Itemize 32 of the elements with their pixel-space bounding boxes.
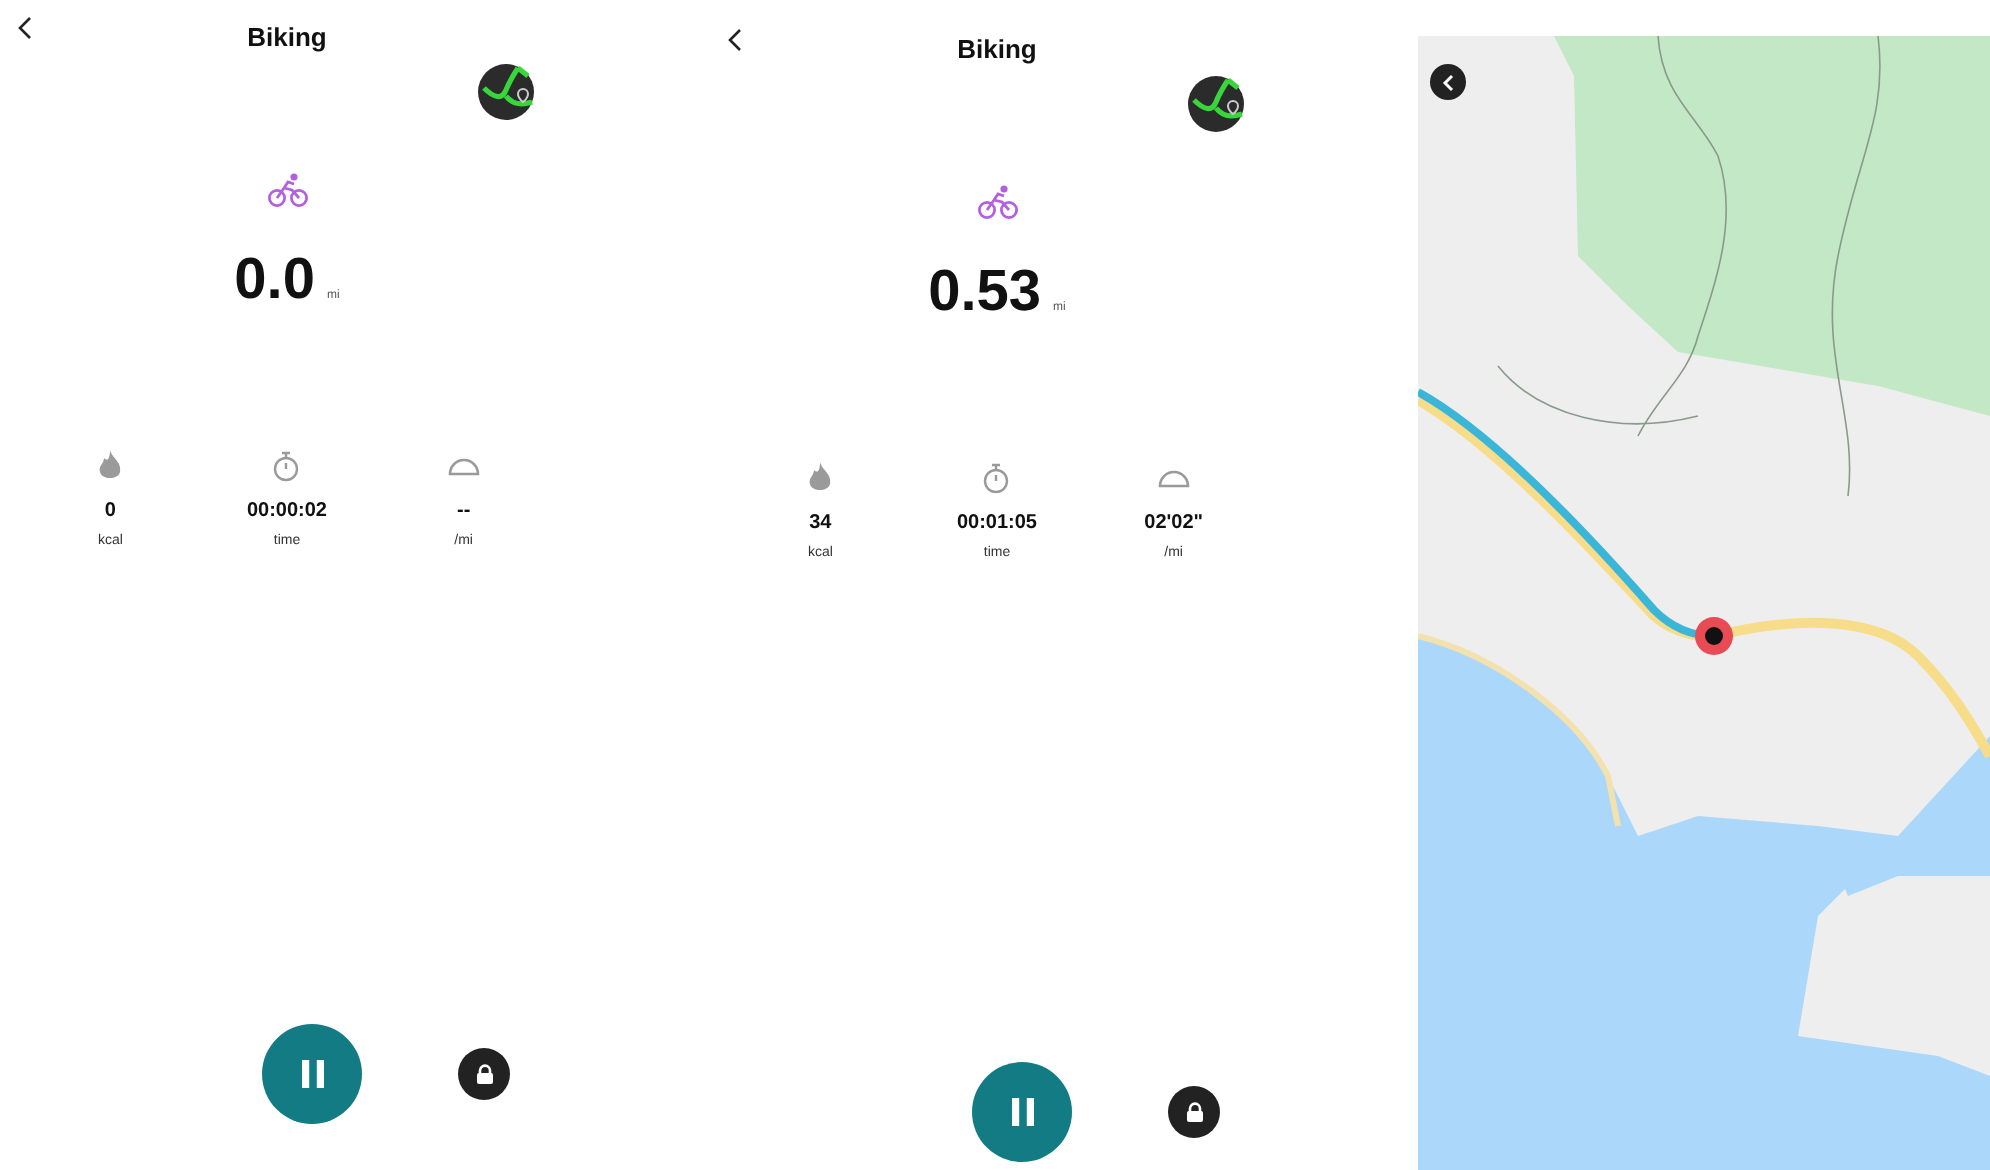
- bicycle-icon: [977, 184, 1017, 220]
- lock-icon: [475, 1064, 493, 1084]
- stat-value: 00:00:02: [246, 500, 327, 522]
- route-map-button[interactable]: [478, 64, 534, 120]
- lock-icon: [1185, 1102, 1203, 1122]
- pause-icon: [301, 1060, 323, 1088]
- flame-icon: [98, 450, 123, 482]
- bicycle-icon: [267, 172, 307, 208]
- speedometer-icon: [447, 456, 480, 476]
- pause-button[interactable]: [262, 1024, 362, 1124]
- route-map-button[interactable]: [1188, 76, 1244, 132]
- screen-title: Biking: [957, 33, 1037, 63]
- lock-button[interactable]: [1168, 1086, 1220, 1138]
- lock-button[interactable]: [458, 1048, 510, 1100]
- stopwatch-icon: [982, 462, 1011, 494]
- back-icon: [726, 28, 742, 52]
- stat-value: 34: [809, 512, 832, 534]
- distance-value: 0.53: [928, 260, 1042, 326]
- pause-icon: [1011, 1098, 1033, 1126]
- stat-value: 00:01:05: [956, 512, 1037, 534]
- flame-icon: [808, 462, 833, 494]
- screen-title: Biking: [247, 21, 327, 51]
- back-icon: [1442, 73, 1454, 91]
- distance-value: 0.0: [234, 248, 315, 314]
- stat-value: --: [456, 500, 471, 522]
- location-marker-icon: [1694, 616, 1734, 656]
- stat-value: 02'02": [1144, 512, 1204, 534]
- pause-button[interactable]: [972, 1062, 1072, 1162]
- back-icon: [16, 16, 32, 40]
- stat-value: 0: [104, 500, 116, 522]
- speedometer-icon: [1157, 468, 1190, 488]
- stopwatch-icon: [272, 450, 301, 482]
